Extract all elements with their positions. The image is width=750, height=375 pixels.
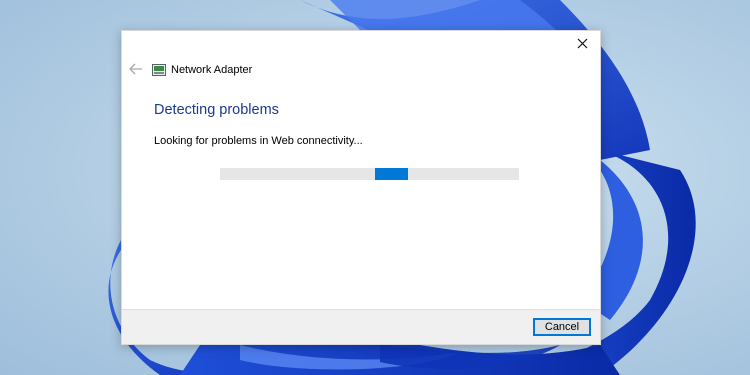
status-message: Looking for problems in Web connectivity… <box>154 135 363 147</box>
cancel-button[interactable]: Cancel <box>533 318 591 336</box>
close-button[interactable] <box>572 34 594 54</box>
back-arrow-icon <box>129 63 142 75</box>
window-title-bar: Network Adapter <box>152 62 252 78</box>
page-heading: Detecting problems <box>154 102 279 118</box>
dialog-footer: Cancel <box>122 309 600 344</box>
close-icon <box>577 38 588 49</box>
back-button[interactable] <box>128 62 144 76</box>
progress-bar <box>220 168 519 180</box>
troubleshooter-dialog: Network Adapter Detecting problems Looki… <box>121 30 601 345</box>
window-title: Network Adapter <box>171 64 253 76</box>
progress-indicator <box>375 168 408 180</box>
network-adapter-icon <box>152 64 166 76</box>
